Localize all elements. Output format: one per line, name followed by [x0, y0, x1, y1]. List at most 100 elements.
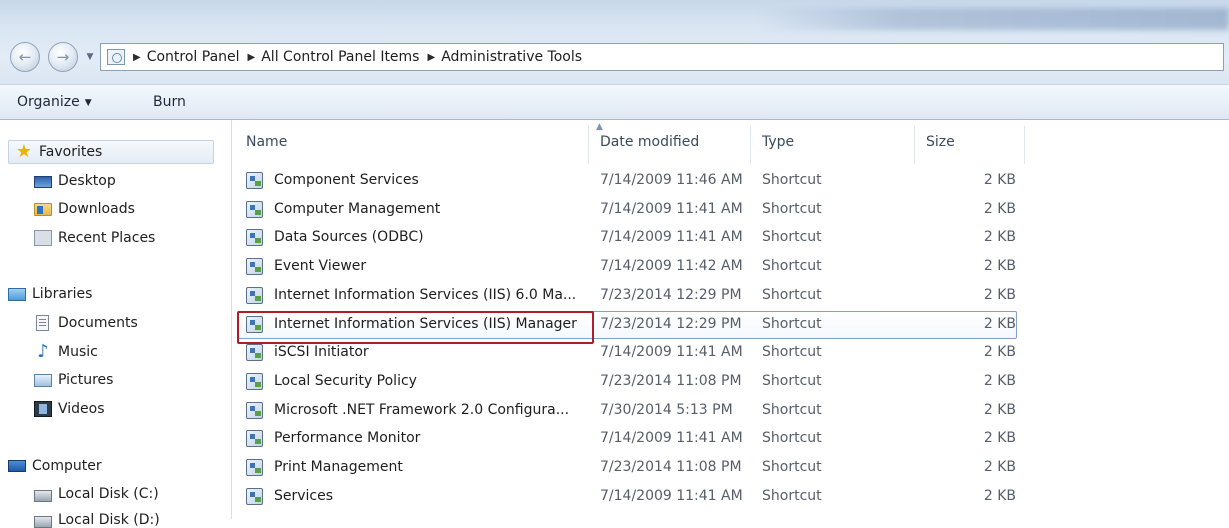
file-size: 2 KB — [983, 487, 1016, 504]
nav-music[interactable]: ♪ Music — [34, 341, 98, 363]
file-type: Shortcut — [762, 315, 822, 332]
forward-arrow-icon: → — [56, 47, 70, 66]
file-row[interactable]: Data Sources (ODBC) 7/14/2009 11:41 AM Sho… — [232, 224, 1229, 252]
computer-icon — [8, 460, 26, 472]
column-header-date-modified[interactable]: Date modified — [600, 134, 699, 150]
shortcut-icon — [246, 315, 263, 333]
shortcut-icon — [246, 229, 263, 247]
forward-button[interactable]: → — [48, 42, 78, 72]
file-type: Shortcut — [762, 286, 822, 303]
file-name: Print Management — [274, 459, 403, 475]
recent-pages-dropdown-icon[interactable]: ▼ — [84, 52, 96, 62]
file-name: Services — [274, 487, 334, 504]
file-date-modified: 7/23/2014 12:29 PM — [600, 315, 742, 332]
shortcut-icon — [246, 487, 263, 505]
file-row[interactable]: Microsoft .NET Framework 2.0 Configura..… — [232, 397, 1229, 425]
shortcut-icon — [246, 286, 263, 304]
file-date-modified: 7/14/2009 11:41 AM — [600, 344, 743, 361]
chevron-down-icon: ▼ — [84, 98, 92, 108]
nav-local-disk-d-label: Local Disk (D:) — [58, 512, 160, 528]
file-size: 2 KB — [983, 229, 1016, 246]
file-row[interactable]: Services 7/14/2009 11:41 AM Shortcut 2 KB — [232, 483, 1229, 511]
nav-local-disk-d[interactable]: Local Disk (D:) — [34, 512, 160, 528]
file-row[interactable]: iSCSI Initiator 7/14/2009 11:41 AM Shortcu… — [232, 339, 1229, 367]
breadcrumb-administrative-tools[interactable]: Administrative Tools — [441, 49, 582, 65]
column-divider[interactable] — [750, 126, 751, 164]
window-titlebar: ← → ▼ ▶ Control Panel ▶ All Control Pane… — [0, 0, 1229, 84]
burn-button[interactable]: Burn — [153, 94, 186, 110]
nav-local-disk-c[interactable]: Local Disk (C:) — [34, 483, 159, 505]
shortcut-icon — [246, 258, 263, 276]
file-date-modified: 7/14/2009 11:42 AM — [600, 258, 743, 275]
column-header-size[interactable]: Size — [926, 134, 955, 150]
nav-downloads[interactable]: Downloads — [34, 198, 135, 220]
file-row[interactable]: Component Services 7/14/2009 11:46 AM Shor… — [232, 167, 1229, 195]
file-date-modified: 7/30/2014 5:13 PM — [600, 401, 733, 418]
breadcrumb-separator-icon[interactable]: ▶ — [248, 52, 256, 63]
back-button[interactable]: ← — [10, 42, 40, 72]
file-size: 2 KB — [983, 401, 1016, 418]
organize-button[interactable]: Organize ▼ — [17, 94, 92, 110]
nav-videos[interactable]: Videos — [34, 398, 105, 420]
file-name: Internet Information Services (IIS) Mana… — [274, 315, 577, 332]
organize-label: Organize — [17, 94, 80, 110]
column-header-name[interactable]: Name — [246, 134, 287, 150]
column-header-type[interactable]: Type — [762, 134, 794, 150]
file-size: 2 KB — [983, 459, 1016, 475]
file-name: Internet Information Services (IIS) 6.0 … — [274, 286, 577, 303]
nav-libraries[interactable]: Libraries — [8, 283, 92, 305]
file-date-modified: 7/14/2009 11:46 AM — [600, 172, 743, 188]
shortcut-icon — [246, 459, 263, 476]
file-size: 2 KB — [983, 286, 1016, 303]
file-type: Shortcut — [762, 401, 822, 418]
breadcrumb-separator-icon[interactable]: ▶ — [427, 52, 435, 63]
breadcrumb-all-control-panel-items[interactable]: All Control Panel Items — [261, 49, 419, 65]
breadcrumb-control-panel[interactable]: Control Panel — [147, 49, 240, 65]
column-divider[interactable] — [588, 126, 589, 164]
file-row[interactable]: Internet Information Services (IIS) Mana… — [232, 310, 1229, 339]
nav-computer[interactable]: Computer — [8, 455, 102, 477]
nav-recent-places[interactable]: Recent Places — [34, 227, 155, 249]
file-row[interactable]: Internet Information Services (IIS) 6.0 … — [232, 282, 1229, 310]
file-type: Shortcut — [762, 258, 822, 275]
file-date-modified: 7/14/2009 11:41 AM — [600, 200, 743, 217]
sort-ascending-icon: ▲ — [596, 122, 603, 132]
shortcut-icon — [246, 372, 263, 390]
file-type: Shortcut — [762, 430, 822, 447]
breadcrumb-separator-icon[interactable]: ▶ — [133, 52, 141, 63]
pictures-icon — [34, 373, 52, 387]
nav-desktop[interactable]: Desktop — [34, 170, 116, 192]
address-bar[interactable]: ▶ Control Panel ▶ All Control Panel Item… — [100, 43, 1224, 71]
file-row[interactable]: Print Management 7/23/2014 11:08 PM Shortc… — [232, 454, 1229, 482]
file-name: Component Services — [274, 172, 419, 188]
nav-pictures-label: Pictures — [58, 372, 114, 388]
file-row[interactable]: Performance Monitor 7/14/2009 11:41 AM Sho… — [232, 425, 1229, 453]
control-panel-icon — [107, 49, 125, 65]
file-date-modified: 7/14/2009 11:41 AM — [600, 487, 743, 504]
column-divider[interactable] — [1024, 126, 1025, 164]
file-row[interactable]: Computer Management 7/14/2009 11:41 AM Sho… — [232, 196, 1229, 224]
back-arrow-icon: ← — [18, 47, 32, 66]
file-name: Performance Monitor — [274, 430, 421, 447]
file-date-modified: 7/14/2009 11:41 AM — [600, 430, 743, 447]
videos-icon — [34, 401, 52, 417]
downloads-folder-icon — [34, 202, 52, 216]
file-size: 2 KB — [983, 315, 1016, 332]
file-type: Shortcut — [762, 372, 822, 389]
file-row[interactable]: Local Security Policy 7/23/2014 11:08 PM S… — [232, 368, 1229, 396]
blurred-window-title — [760, 8, 1229, 30]
shortcut-icon — [246, 172, 263, 189]
nav-libraries-label: Libraries — [32, 286, 93, 302]
documents-icon — [36, 315, 49, 331]
file-type: Shortcut — [762, 344, 822, 361]
file-date-modified: 7/14/2009 11:41 AM — [600, 229, 743, 246]
column-divider[interactable] — [914, 126, 915, 164]
file-row[interactable]: Event Viewer 7/14/2009 11:42 AM Shortcut 2 … — [232, 253, 1229, 281]
nav-favorites-label: Favorites — [39, 144, 103, 160]
star-icon: ★ — [15, 141, 33, 162]
nav-favorites[interactable]: ★ Favorites — [8, 140, 214, 164]
nav-music-label: Music — [58, 344, 98, 360]
nav-pictures[interactable]: Pictures — [34, 369, 113, 391]
nav-documents[interactable]: Documents — [34, 312, 138, 334]
music-note-icon: ♪ — [37, 341, 49, 362]
